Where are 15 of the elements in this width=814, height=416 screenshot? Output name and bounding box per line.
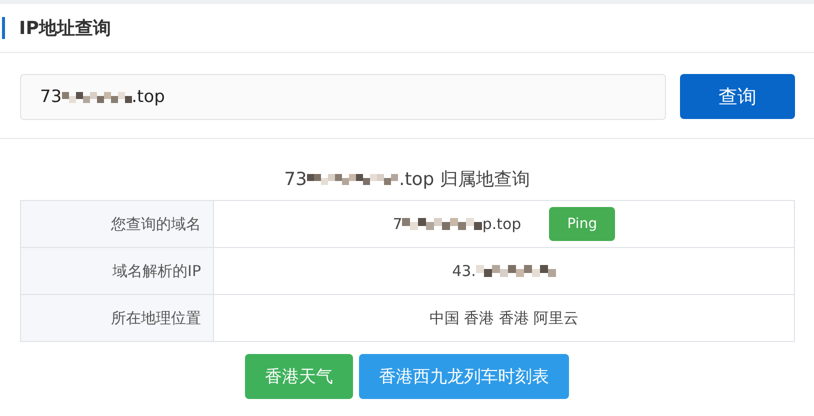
label-cell: 所在地理位置 xyxy=(21,295,214,341)
value-cell: 7 p.top xyxy=(392,215,522,233)
result-title: 73 .top 归属地查询 xyxy=(283,168,531,191)
link-button[interactable]: 香港西九龙列车时刻表 xyxy=(359,354,569,399)
section-title: IP地址查询 xyxy=(19,17,111,40)
label-cell: 域名解析的IP xyxy=(21,248,214,294)
ping-button[interactable]: Ping xyxy=(549,207,616,241)
domain-input-field[interactable]: 73 .top xyxy=(20,74,666,120)
value-cell: 中国 香港 香港 阿里云 xyxy=(429,308,579,328)
link-button[interactable]: 香港天气 xyxy=(245,354,353,399)
value-cell: 43. xyxy=(452,262,556,280)
mosaic-redaction-icon xyxy=(402,217,482,231)
mosaic-redaction-icon xyxy=(476,264,556,278)
label-cell: 您查询的域名 xyxy=(21,201,214,247)
query-button[interactable]: 查询 xyxy=(680,74,795,119)
